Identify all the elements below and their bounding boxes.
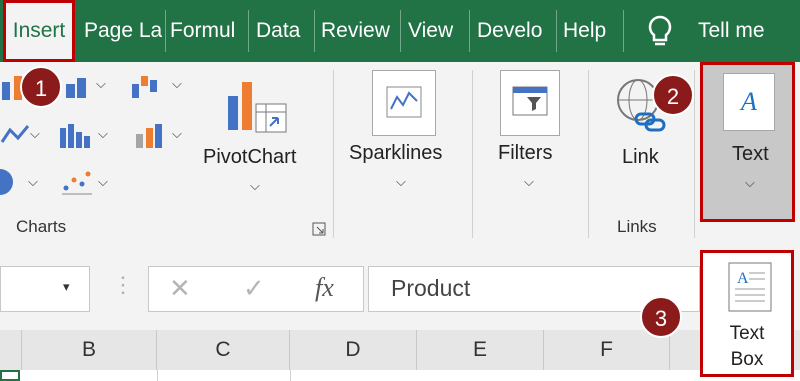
chevron-down-icon[interactable]: ⌵ (30, 126, 40, 142)
enter-button[interactable]: ✓ (243, 273, 265, 304)
statistic-chart-icon[interactable] (58, 120, 92, 150)
tab-separator (248, 10, 249, 52)
text-box-label-line1: Text (729, 323, 765, 344)
formula-buttons: ✕ ✓ fx (148, 266, 364, 312)
text-button[interactable]: A Text ⌵ (700, 62, 795, 222)
text-box-button[interactable]: A Text Box (700, 250, 794, 377)
sparklines-label[interactable]: Sparklines (349, 142, 442, 165)
group-label-links: Links (617, 217, 657, 236)
grid-line (290, 370, 291, 381)
text-label: Text (732, 143, 769, 165)
insert-function-button[interactable]: fx (315, 273, 334, 303)
filters-label[interactable]: Filters (498, 142, 552, 165)
bar-chart-icon[interactable] (62, 72, 90, 100)
column-header-c[interactable]: C (157, 330, 290, 370)
tab-help[interactable]: Help (563, 0, 617, 62)
chevron-down-icon[interactable]: ⌵ (28, 174, 38, 190)
chevron-down-icon[interactable]: ⌵ (396, 174, 406, 190)
pivotchart-label[interactable]: PivotChart (203, 146, 296, 169)
svg-text:A: A (737, 270, 749, 287)
dialog-launcher-icon[interactable] (312, 222, 326, 236)
chevron-down-icon[interactable]: ⌵ (172, 126, 182, 142)
group-separator (694, 70, 695, 238)
tab-review[interactable]: Review (321, 0, 395, 62)
tab-separator (556, 10, 557, 52)
tab-separator (623, 10, 624, 52)
chevron-down-icon[interactable]: ⌵ (98, 174, 108, 190)
group-separator (588, 70, 589, 238)
scatter-chart-icon[interactable] (60, 166, 94, 196)
svg-text:A: A (739, 87, 757, 116)
chevron-down-icon[interactable]: ⌵ (96, 76, 106, 92)
column-header-e[interactable]: E (417, 330, 544, 370)
sparkline-icon[interactable] (372, 70, 436, 136)
chevron-down-icon[interactable]: ⌵ (172, 76, 182, 92)
tab-insert[interactable]: Insert (3, 0, 75, 62)
tab-separator (400, 10, 401, 52)
sheet-grid[interactable] (0, 370, 800, 381)
waterfall-chart-icon[interactable] (128, 70, 164, 100)
step-badge-3: 3 (640, 296, 682, 338)
formula-content: Product (391, 275, 471, 301)
column-header-row: B C D E F (0, 330, 800, 371)
ribbon-tab-bar: Insert Page La Formul Data Review View D… (0, 0, 800, 62)
group-label-charts: Charts (16, 217, 67, 236)
name-box[interactable]: ▾ (0, 266, 90, 312)
chevron-down-icon[interactable]: ⌵ (524, 174, 534, 190)
tab-formulas[interactable]: Formul (170, 0, 244, 62)
pie-chart-icon[interactable] (0, 166, 20, 196)
selected-cell[interactable] (0, 370, 20, 381)
tab-page-layout[interactable]: Page La (84, 0, 162, 62)
column-header-d[interactable]: D (290, 330, 417, 370)
textbox-icon: A (727, 261, 773, 313)
step-badge-1: 1 (20, 66, 62, 108)
column-header-b[interactable]: B (22, 330, 157, 370)
step-badge-2: 2 (652, 74, 694, 116)
formula-bar-drag-handle[interactable]: ⋮ (112, 272, 134, 298)
group-separator (472, 70, 473, 238)
link-label[interactable]: Link (622, 146, 659, 169)
cancel-button[interactable]: ✕ (169, 273, 191, 304)
tab-separator (165, 10, 166, 52)
tab-data[interactable]: Data (256, 0, 310, 62)
text-box-label-line2: Box (730, 349, 764, 370)
grid-line (157, 370, 158, 381)
column-header-a[interactable] (0, 330, 22, 370)
group-separator (333, 70, 334, 238)
chevron-down-icon[interactable]: ⌵ (250, 178, 260, 194)
tab-developer[interactable]: Develo (477, 0, 551, 62)
line-chart-icon[interactable] (0, 120, 30, 150)
filter-icon[interactable] (500, 70, 560, 136)
tab-view[interactable]: View (408, 0, 464, 62)
tell-me-search[interactable]: Tell me (698, 0, 788, 62)
chevron-down-icon: ⌵ (745, 175, 755, 190)
combo-chart-icon[interactable] (134, 120, 164, 150)
text-icon: A (723, 73, 775, 131)
tab-separator (314, 10, 315, 52)
lightbulb-icon[interactable] (645, 14, 675, 48)
tab-separator (469, 10, 470, 52)
chevron-down-icon[interactable]: ⌵ (98, 126, 108, 142)
pivotchart-icon[interactable] (224, 76, 290, 142)
chevron-down-icon[interactable]: ▾ (63, 279, 70, 295)
